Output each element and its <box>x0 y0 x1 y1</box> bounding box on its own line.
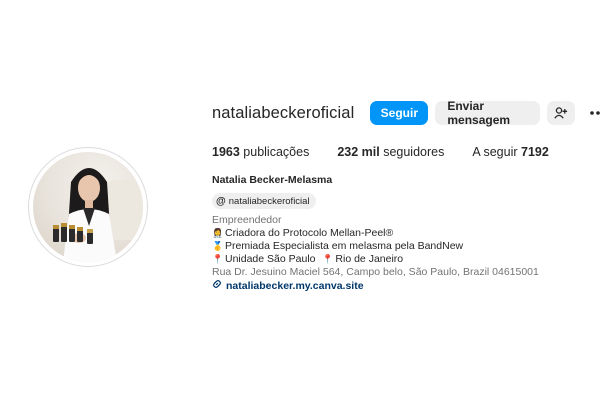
doctor-emoji-icon: 👩‍⚕️ <box>212 228 224 238</box>
profile-picture-ring[interactable] <box>28 147 148 267</box>
pin-emoji-icon: 📍 <box>322 254 334 264</box>
business-address[interactable]: Rua Dr. Jesuino Maciel 564, Campo belo, … <box>212 266 539 279</box>
following-stat[interactable]: A seguir 7192 <box>472 145 548 159</box>
bio-line: 👩‍⚕️ Criadora do Protocolo Mellan-Peel® <box>212 227 539 240</box>
medal-emoji-icon: 🥇 <box>212 241 224 251</box>
profile-header: nataliabeckeroficial Seguir Enviar mensa… <box>212 99 600 127</box>
bio-line-text: Unidade São Paulo <box>225 253 316 265</box>
posts-count: 1963 <box>212 145 240 159</box>
website-link[interactable]: nataliabecker.my.canva.site <box>212 279 539 293</box>
website-url: nataliabecker.my.canva.site <box>226 279 364 292</box>
profile-photo-illustration <box>53 168 143 262</box>
bio-line-text: Premiada Especialista em melasma pela Ba… <box>225 240 464 252</box>
suggested-accounts-button[interactable] <box>547 101 576 125</box>
follow-button[interactable]: Seguir <box>370 101 429 125</box>
profile-category: Empreendedor <box>212 214 282 226</box>
person-add-icon <box>554 107 568 119</box>
followers-label: seguidores <box>383 145 445 159</box>
username: nataliabeckeroficial <box>212 103 355 122</box>
link-icon <box>212 279 222 293</box>
bio-line: 📍 Unidade São Paulo 📍 Rio de Janeiro <box>212 253 539 266</box>
avatar[interactable] <box>33 152 143 262</box>
threads-handle: nataliabeckeroficial <box>228 195 310 207</box>
full-name: Natalia Becker-Melasma <box>212 174 333 186</box>
threads-badge[interactable]: @ nataliabeckeroficial <box>212 193 316 209</box>
posts-stat: 1963 publicações <box>212 145 309 159</box>
following-label: A seguir <box>472 145 518 159</box>
pin-emoji-icon: 📍 <box>212 254 224 264</box>
more-horizontal-icon <box>590 111 600 115</box>
posts-label: publicações <box>243 145 310 159</box>
send-message-button[interactable]: Enviar mensagem <box>435 99 541 127</box>
bio-line-text: Criadora do Protocolo Mellan-Peel® <box>225 227 394 239</box>
profile-bio: Natalia Becker-Melasma @ nataliabeckerof… <box>212 174 539 293</box>
followers-stat[interactable]: 232 mil seguidores <box>337 145 444 159</box>
profile-stats: 1963 publicações 232 mil seguidores A se… <box>212 145 577 159</box>
following-count: 7192 <box>521 145 549 159</box>
followers-count: 232 mil <box>337 145 380 159</box>
threads-icon: @ <box>216 195 226 207</box>
bio-line: 🥇 Premiada Especialista em melasma pela B… <box>212 240 539 253</box>
bio-line-text: Rio de Janeiro <box>335 253 404 265</box>
more-options-button[interactable] <box>586 101 600 125</box>
